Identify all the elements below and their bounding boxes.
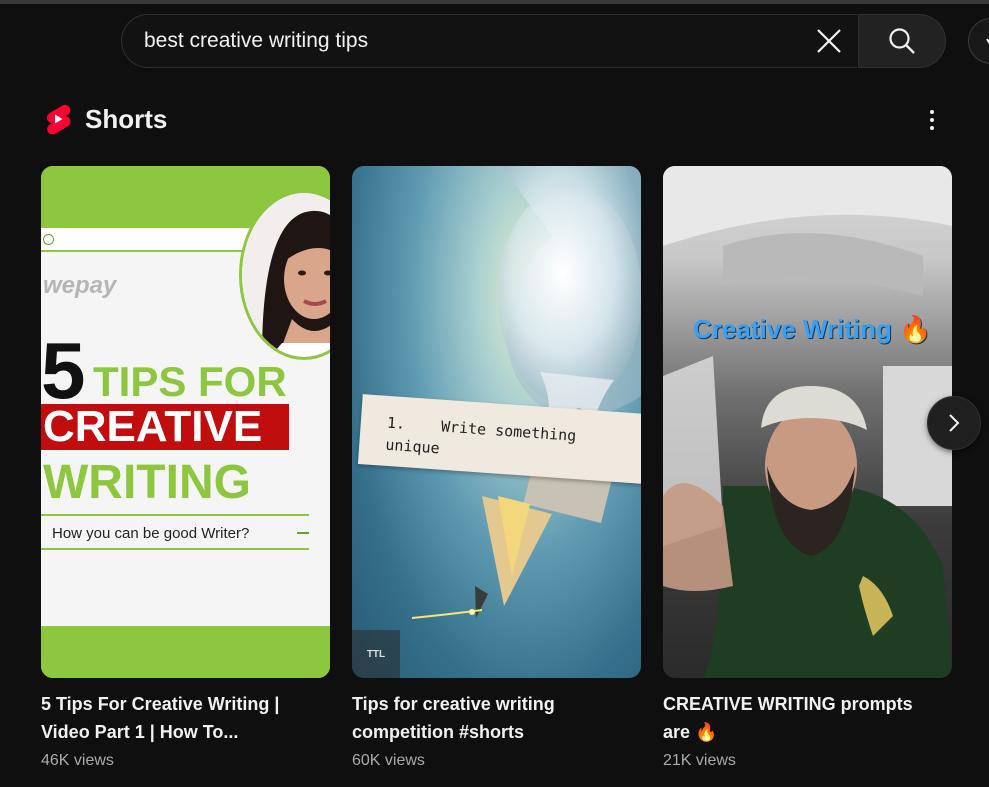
short-title[interactable]: Tips for creative writing competition #s…: [352, 690, 632, 746]
search-button[interactable]: [858, 14, 946, 68]
search-icon: [889, 28, 915, 54]
short-title-line: CREATIVE WRITING prompts: [663, 694, 913, 714]
thumb-headline-2: CREATIVE: [43, 402, 263, 451]
tape-text: Write something unique: [384, 417, 577, 458]
section-title: Shorts: [85, 104, 168, 134]
view-count: 46K views: [41, 752, 114, 769]
short-title-line: are 🔥: [663, 722, 718, 742]
voice-search-button[interactable]: [968, 18, 989, 64]
more-vert-icon: [930, 110, 934, 114]
person-illustration: [242, 193, 330, 357]
short-title-line: Tips for creative writing: [352, 694, 555, 714]
short-card[interactable]: wepay 5 TIPS FOR CREATIVE WRITING How yo…: [41, 166, 330, 772]
thumb-question: How you can be good Writer?: [41, 514, 309, 550]
search-box[interactable]: [121, 14, 857, 68]
thumb-headline-1: TIPS FOR: [93, 358, 287, 405]
close-icon: [817, 29, 841, 53]
view-count: 21K views: [663, 752, 736, 769]
short-thumbnail[interactable]: 1. Write something unique TTL: [352, 166, 641, 678]
tape-number: 1.: [386, 413, 406, 433]
chevron-right-icon: [949, 414, 960, 432]
channel-badge: TTL: [352, 630, 400, 678]
next-button[interactable]: [927, 396, 981, 450]
thumb-band: [41, 626, 330, 678]
short-card[interactable]: 1. Write something unique TTL Tips for c…: [352, 166, 641, 772]
top-divider: [0, 0, 989, 4]
thumb-big-number: 5: [41, 326, 85, 415]
minus-icon: [297, 532, 309, 534]
short-card[interactable]: Creative Writing 🔥 CREATIVE WRITING prom…: [663, 166, 952, 772]
brand-logo: wepay: [43, 272, 117, 299]
more-vert-icon-dot: [930, 126, 934, 130]
thumb-overlay-text: Creative Writing 🔥: [693, 314, 932, 344]
view-count: 60K views: [352, 752, 425, 769]
short-title-line: competition #shorts: [352, 722, 525, 742]
short-thumbnail[interactable]: wepay 5 TIPS FOR CREATIVE WRITING How yo…: [41, 166, 330, 678]
more-options-button[interactable]: [918, 104, 946, 136]
thumb-line: [41, 228, 256, 252]
shorts-logo-icon: [47, 104, 71, 134]
thumb-headline-3: WRITING: [43, 456, 251, 509]
microphone-icon: [986, 38, 989, 45]
short-title[interactable]: CREATIVE WRITING prompts are 🔥: [663, 690, 943, 746]
car-selfie-illustration: [663, 166, 952, 678]
minus-circle-icon: [43, 234, 54, 245]
short-title-line: Video Part 1 | How To...: [41, 722, 239, 742]
search-input[interactable]: [144, 15, 804, 67]
clear-search-button[interactable]: [812, 24, 846, 58]
short-title-line: 5 Tips For Creative Writing |: [41, 694, 280, 714]
more-vert-icon-dot: [930, 118, 934, 122]
short-title[interactable]: 5 Tips For Creative Writing | Video Part…: [41, 690, 321, 746]
short-thumbnail[interactable]: Creative Writing 🔥: [663, 166, 952, 678]
